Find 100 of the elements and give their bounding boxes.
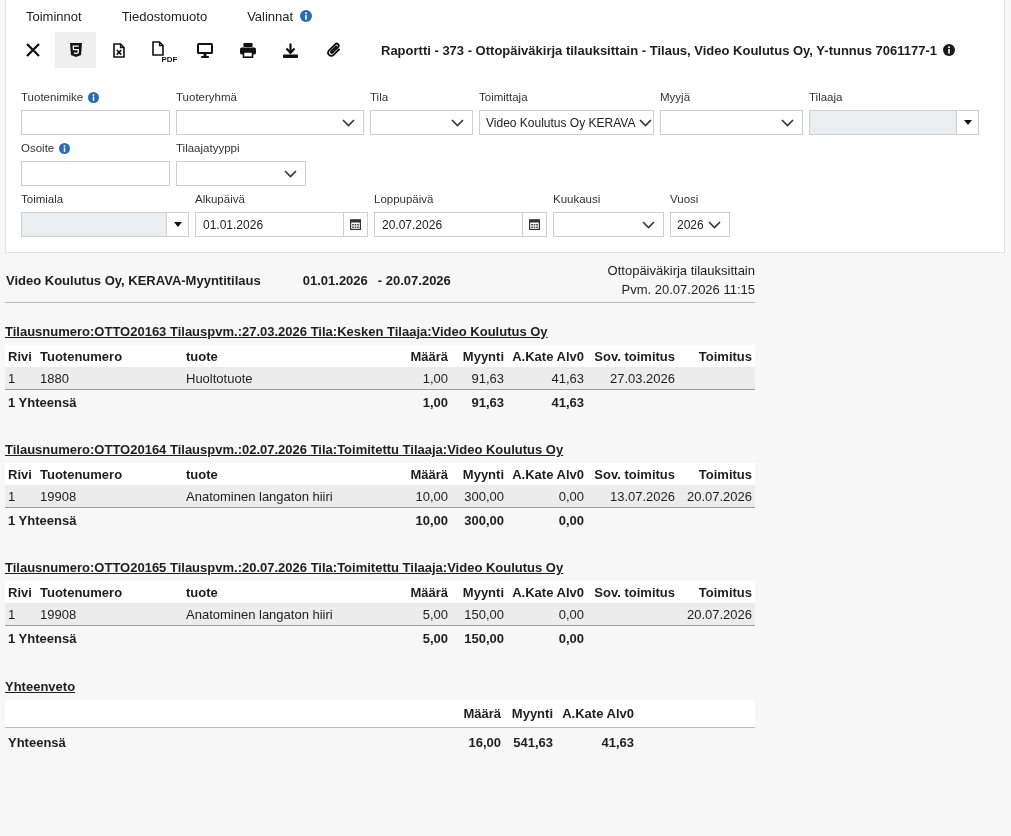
calendar-button[interactable]: [344, 212, 368, 237]
company-title: Video Koulutus Oy, KERAVA-Myyntitilaus: [6, 272, 261, 288]
file-icon: [151, 40, 164, 56]
column-header: Sov. toimitus: [587, 463, 678, 485]
field-label: Tuoteryhmä: [176, 91, 237, 103]
column-header: Toimitus: [678, 463, 755, 485]
column-header: Myynti: [504, 700, 556, 728]
total-cell: 5,00: [383, 625, 451, 650]
column-header: Määrä: [383, 581, 451, 603]
menu-item[interactable]: Tiedostomuoto: [117, 6, 212, 26]
dropdown-field[interactable]: Video Koulutus Oy KERAVA: [479, 110, 654, 135]
total-cell: 41,63: [507, 389, 587, 414]
dropdown-field[interactable]: [370, 110, 473, 135]
field-label: Alkupäivä: [195, 193, 245, 205]
caret-icon: [963, 120, 972, 125]
chevron-down-icon: [708, 220, 721, 229]
column-header: Myynti: [451, 345, 507, 367]
total-label: Yhteensä: [5, 727, 438, 756]
total-cell: 16,00: [438, 727, 504, 756]
column-header: A.Kate Alv0: [556, 700, 637, 728]
info-icon: [943, 44, 956, 56]
field-label: Tilaaja: [809, 91, 843, 103]
table-cell: 20.07.2026: [678, 485, 755, 508]
total-cell: 150,00: [451, 625, 507, 650]
date-field[interactable]: 20.07.2026: [374, 212, 523, 237]
chevron-down-icon: [781, 118, 794, 127]
field-label: Toimittaja: [479, 91, 528, 103]
table-cell: Anatominen langaton hiiri: [183, 485, 383, 508]
dropdown-field[interactable]: [660, 110, 803, 135]
table-cell: 1,00: [383, 367, 451, 390]
column-header: Toimitus: [678, 581, 755, 603]
table-cell: 1880: [37, 367, 183, 390]
menu-item[interactable]: Valinnat: [243, 6, 317, 26]
table-cell: 19908: [37, 603, 183, 626]
dropdown-field[interactable]: [176, 161, 306, 186]
field-label: Tuotenimike: [21, 91, 84, 103]
menu-item[interactable]: Toiminnot: [22, 6, 86, 26]
info-icon: [59, 142, 71, 154]
column-header: A.Kate Alv0: [507, 581, 587, 603]
field-label: Loppupäivä: [374, 193, 434, 205]
download-icon: [283, 42, 298, 58]
total-cell: 300,00: [451, 507, 507, 532]
chevron-down-icon: [639, 118, 653, 127]
field-label: Tila: [370, 91, 389, 103]
pdf-button[interactable]: PDF: [141, 32, 182, 68]
report-title: Raportti - 373 - Ottopäiväkirja tilauksittain - Tilaus, Video Koulutus Oy, Y-tunnus 7061177-1: [381, 42, 938, 58]
column-header: Rivi: [5, 463, 37, 485]
calendar-button[interactable]: [523, 212, 547, 237]
table-cell: 300,00: [451, 485, 507, 508]
shield-icon: [69, 43, 82, 57]
text-field[interactable]: [21, 161, 170, 186]
table-cell: 0,00: [507, 485, 587, 508]
total-cell: 0,00: [507, 507, 587, 532]
total-cell: 91,63: [451, 389, 507, 414]
column-header: Myynti: [451, 463, 507, 485]
table-cell: 1: [5, 603, 37, 626]
table-cell: Anatominen langaton hiiri: [183, 603, 383, 626]
table-cell: 150,00: [451, 603, 507, 626]
table-cell: 5,00: [383, 603, 451, 626]
dropdown-button[interactable]: [167, 212, 189, 237]
dropdown-button[interactable]: [957, 110, 979, 135]
table-cell: Huoltotuote: [183, 367, 383, 390]
report-name: Ottopäiväkirja tilauksittain: [607, 262, 755, 280]
total-cell: 41,63: [556, 727, 637, 756]
chevron-down-icon: [451, 118, 464, 127]
table-cell: 19908: [37, 485, 183, 508]
column-header: A.Kate Alv0: [507, 463, 587, 485]
field-label: Toimiala: [21, 193, 64, 205]
table-cell: 0,00: [507, 603, 587, 626]
column-header: tuote: [183, 463, 383, 485]
monitor-icon: [196, 42, 213, 58]
summary-title: Yhteenveto: [5, 678, 77, 695]
field-label: Osoite: [21, 142, 55, 154]
info-icon: [88, 91, 100, 103]
paperclip-icon: [326, 42, 341, 58]
file-cross-icon: [112, 42, 125, 58]
date-field[interactable]: 01.01.2026: [195, 212, 344, 237]
table-cell: 13.07.2026: [587, 485, 678, 508]
dropdown-field[interactable]: 2026: [670, 212, 730, 237]
html-button[interactable]: [55, 32, 96, 68]
chevron-down-icon: [284, 169, 297, 178]
chevron-down-icon: [642, 220, 655, 229]
column-header: Rivi: [5, 345, 37, 367]
dropdown-field[interactable]: [553, 212, 664, 237]
total-label: 1 Yhteensä: [5, 507, 383, 532]
table-cell: 27.03.2026: [587, 367, 678, 390]
column-header: Toimitus: [678, 345, 755, 367]
table-cell: 1: [5, 367, 37, 390]
close-icon: [25, 43, 40, 57]
column-header: tuote: [183, 345, 383, 367]
table-cell: 20.07.2026: [678, 603, 755, 626]
column-header: tuote: [183, 581, 383, 603]
text-field[interactable]: [21, 110, 170, 135]
column-header: Tuotenumero: [37, 345, 183, 367]
chevron-down-icon: [342, 118, 355, 127]
total-cell: 10,00: [383, 507, 451, 532]
table-cell: 10,00: [383, 485, 451, 508]
total-label: 1 Yhteensä: [5, 389, 383, 414]
total-cell: 541,63: [504, 727, 556, 756]
dropdown-field[interactable]: [176, 110, 364, 135]
